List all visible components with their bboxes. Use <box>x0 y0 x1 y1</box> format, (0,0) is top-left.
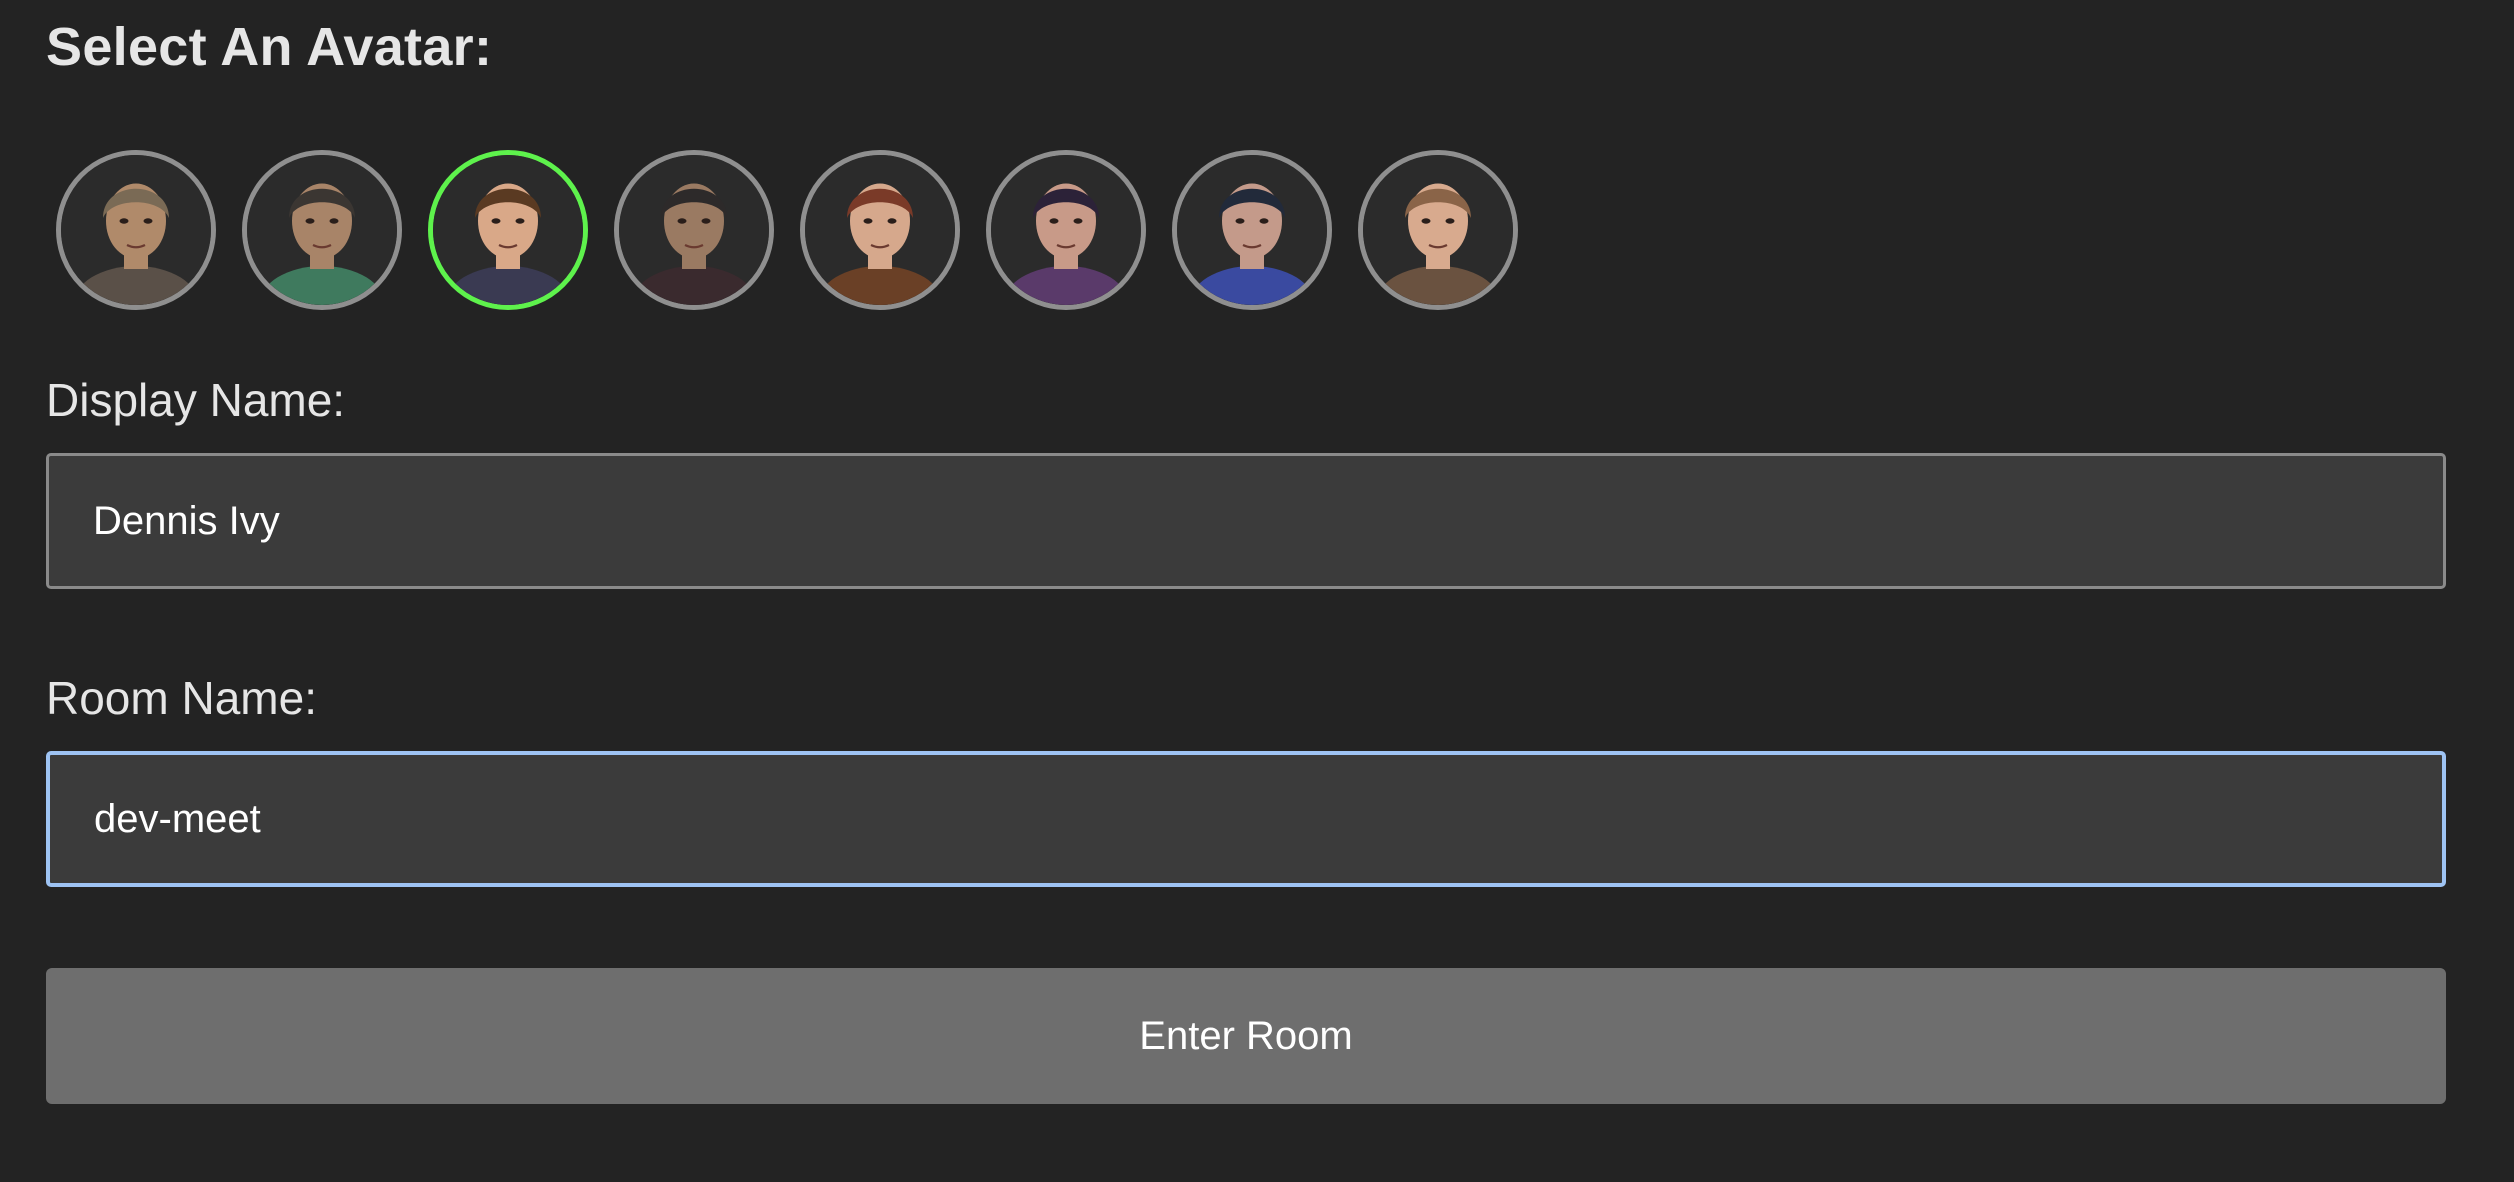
brown-haired-woman-portrait[interactable] <box>1358 150 1518 310</box>
portrait-icon <box>619 155 769 305</box>
avatar-list <box>56 150 1518 312</box>
dark-haired-woman-portrait[interactable] <box>986 150 1146 310</box>
portrait-icon <box>991 155 1141 305</box>
display-name-label: Display Name: <box>46 374 346 426</box>
avatar-selection-page: Select An Avatar: Display Name: Room Nam… <box>0 0 2514 1182</box>
bearded-man-portrait[interactable] <box>242 150 402 310</box>
blue-haired-woman-portrait[interactable] <box>1172 150 1332 310</box>
display-name-input[interactable] <box>46 453 2446 589</box>
portrait-icon <box>1177 155 1327 305</box>
portrait-icon <box>61 155 211 305</box>
portrait-icon <box>1363 155 1513 305</box>
portrait-icon <box>433 155 583 305</box>
enter-room-button[interactable]: Enter Room <box>46 968 2446 1104</box>
page-title: Select An Avatar: <box>46 17 493 77</box>
room-name-label: Room Name: <box>46 672 317 724</box>
bald-man-portrait[interactable] <box>56 150 216 310</box>
portrait-icon <box>247 155 397 305</box>
portrait-icon <box>805 155 955 305</box>
hooded-man-portrait[interactable] <box>614 150 774 310</box>
young-man-portrait[interactable] <box>428 150 588 310</box>
room-name-input[interactable] <box>46 751 2446 887</box>
red-haired-woman-portrait[interactable] <box>800 150 960 310</box>
